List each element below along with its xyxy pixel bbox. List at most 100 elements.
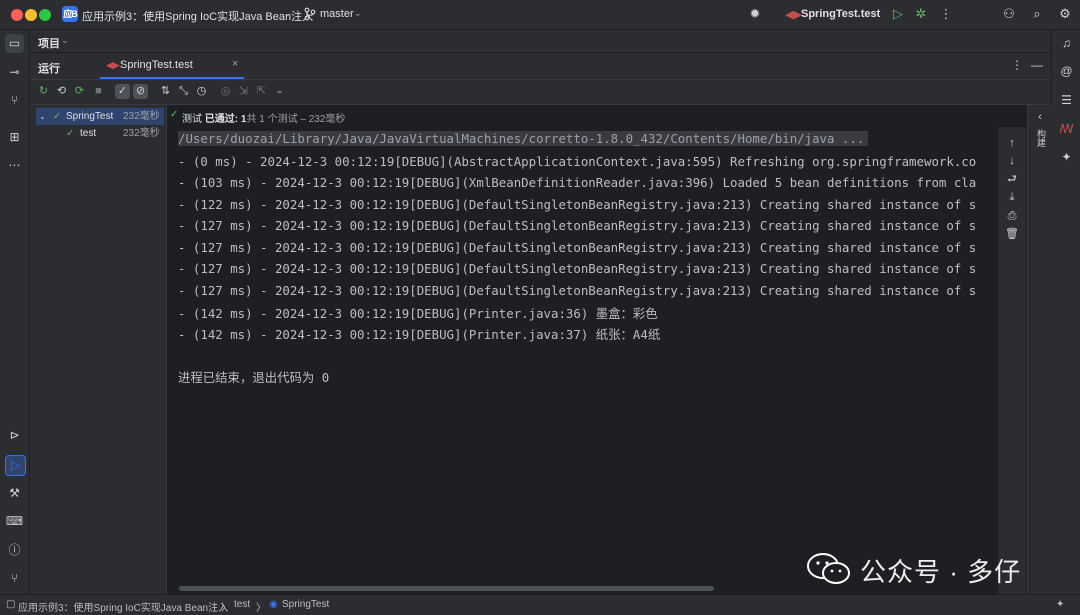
scroll-to-end-icon[interactable]: ⤓ [1005,190,1019,204]
history-clock-icon[interactable]: ◷ [194,84,209,99]
console-line: - (122 ms) - 2024-12-3 00:12:19[DEBUG](D… [178,197,977,212]
commit-icon[interactable]: ⊸ [5,63,24,82]
problems-icon[interactable]: ⓘ [5,541,24,560]
services-icon[interactable]: ⊳ [5,426,24,445]
export-icon[interactable]: ⇲ [236,84,251,99]
zoom-window-button[interactable] [39,9,51,21]
close-window-button[interactable] [11,9,23,21]
console-line: - (0 ms) - 2024-12-3 00:12:19[DEBUG](Abs… [178,154,977,169]
sort-by-duration-icon[interactable]: ⤡ [176,84,191,99]
add-user-icon[interactable]: ⚇ [1000,5,1018,23]
import-icon[interactable]: ⇱ [254,84,269,99]
tab-springtest-test[interactable]: ◀▶ SpringTest.test × [100,53,244,79]
tree-item-springtest[interactable]: ⌄ ✓ SpringTest 232毫秒 [36,108,164,125]
right-tool-strip: ♫ @ ☰ ꟿ ✦ [1051,30,1080,594]
project-panel-header: 项目 ⌄ [30,30,1051,53]
chevron-left-icon[interactable]: ‹ [1033,110,1047,124]
print-icon[interactable]: ⎙ [1005,209,1019,223]
chevron-down-icon[interactable]: ⌄ [871,8,879,19]
debug-icon[interactable]: ✲ [912,5,930,23]
module-icon: ▢ [6,599,16,610]
structure-icon[interactable]: ⊞ [5,128,24,147]
snapshot-icon[interactable]: ◎ [218,84,233,99]
arrow-down-icon[interactable]: ↓ [1005,154,1019,168]
side-panel-label[interactable]: 构建 [1034,129,1046,147]
settings-gear-icon[interactable]: ⚙ [1056,5,1074,23]
breadcrumb-separator: 〉 [256,603,266,614]
minimize-window-button[interactable] [25,9,37,21]
database-icon[interactable]: ☰ [1057,91,1076,110]
console-exit-line: 进程已结束，退出代码为 0 [178,368,329,386]
console-line: - (103 ms) - 2024-12-3 00:12:19[DEBUG](X… [178,175,977,190]
show-passed-icon[interactable]: ✓ [115,84,130,99]
run-panel-header: 运行 ◀▶ SpringTest.test × ⋮ — [30,53,1051,80]
console-line: - (127 ms) - 2024-12-3 00:12:19[DEBUG](D… [178,240,977,255]
tree-item-test[interactable]: ✓ test 232毫秒 [36,125,164,142]
left-tool-strip: ▭ ⊸ ⑂ ⊞ ⋯ ⊳ ▷ ⚒ ⌨ ⓘ ⑂ [0,30,30,594]
test-config-icon: ◀▶ [785,9,802,21]
exit-code: 0 [321,370,330,385]
console-line: - (127 ms) - 2024-12-3 00:12:19[DEBUG](D… [178,283,977,298]
passed-check-icon: ✓ [170,109,179,120]
project-badge[interactable]: 应B [62,6,78,22]
project-title[interactable]: 应用示例3：使用Spring IoC实现Java Bean注入 [82,8,313,24]
tree-item-name: test [80,128,97,139]
rerun-icon[interactable]: ↻ [36,84,51,99]
sort-alphabetically-icon[interactable]: ⇅ [158,84,173,99]
stop-icon[interactable]: ■ [91,84,106,99]
horizontal-scrollbar[interactable] [179,586,714,591]
gradle-icon[interactable]: ✦ [1057,148,1076,167]
chevron-down-icon[interactable]: ⌄ [354,8,362,19]
git-icon[interactable]: ⑂ [5,569,24,588]
passed-check-icon: ✓ [53,111,62,122]
breadcrumb-folder[interactable]: test [234,599,250,610]
side-panel-strip: ‹ 构建 [1027,105,1052,594]
console-command-line[interactable]: /Users/duozai/Library/Java/JavaVirtualMa… [178,131,869,146]
arrow-up-icon[interactable]: ↑ [1005,136,1019,150]
debug-bug-icon[interactable]: ✹ [746,5,764,23]
branch-selector[interactable]: master [320,8,354,20]
status-passed: 已通过: 1 [204,114,247,125]
rerun-failed-icon[interactable]: ⟲ [54,84,69,99]
run-icon[interactable]: ▷ [889,5,907,23]
more-vertical-icon[interactable]: ⋮ [1011,58,1023,72]
more-vertical-icon[interactable]: ⋮ [937,5,955,23]
breadcrumb-project[interactable]: 应用示例3：使用Spring IoC实现Java Bean注入 [18,599,228,614]
watermark-text: 公众号 · 多仔 [860,557,1022,587]
console-line: - (142 ms) - 2024-12-3 00:12:19[DEBUG](P… [178,327,661,342]
chevron-down-icon[interactable]: ⌄ [284,8,292,19]
test-config-icon: ◀▶ [106,60,120,70]
more-horizontal-icon[interactable]: ⋯ [5,156,24,175]
soft-wrap-icon[interactable]: ⮐ [1005,172,1019,186]
test-tree: ⌄ ✓ SpringTest 232毫秒 ✓ test 232毫秒 [30,105,167,594]
ai-assistant-icon[interactable]: @ [1057,62,1076,81]
notifications-bell-icon[interactable]: ♫ [1057,34,1076,53]
project-folder-icon[interactable]: ▭ [5,34,24,53]
console-output[interactable]: /Users/duozai/Library/Java/JavaVirtualMa… [167,127,998,594]
exit-text: 进程已结束，退出代码为 [178,371,315,385]
chevron-down-icon[interactable]: ⌄ [39,108,46,125]
maven-icon[interactable]: ꟿ [1057,120,1076,139]
chevron-down-icon[interactable]: ⌄ [61,35,69,46]
test-status-strip: ✓ 测试 已通过: 1共 1 个测试 – 232毫秒 [167,105,1027,127]
minimize-panel-icon[interactable]: — [1031,58,1043,72]
breadcrumb-class[interactable]: SpringTest [282,599,329,610]
title-bar: 应B 应用示例3：使用Spring IoC实现Java Bean注入 ⌄ mas… [0,0,1080,30]
close-icon[interactable]: × [232,58,238,70]
ai-status-icon[interactable]: ✦ [1056,599,1064,610]
wechat-logo-icon [807,553,850,584]
search-icon[interactable]: ⌕ [1028,5,1046,23]
project-panel-title[interactable]: 项目 [38,35,60,51]
toggle-auto-test-icon[interactable]: ⟳ [72,84,87,99]
more-vertical-icon[interactable] [274,84,289,99]
show-ignored-icon[interactable]: ⊘ [133,84,148,99]
pull-request-icon[interactable]: ⑂ [5,91,24,110]
trash-icon[interactable]: 🗑 [1005,227,1019,241]
console-action-gutter: ↑ ↓ ⮐ ⤓ ⎙ 🗑 [998,127,1026,594]
breadcrumb-separator: 〉 [221,603,231,614]
terminal-icon[interactable]: ⌨ [5,512,24,531]
run-tool-icon[interactable]: ▷ [5,455,26,476]
class-icon: ◉ [269,599,278,610]
run-config-selector[interactable]: SpringTest.test [801,8,880,20]
build-hammer-icon[interactable]: ⚒ [5,484,24,503]
